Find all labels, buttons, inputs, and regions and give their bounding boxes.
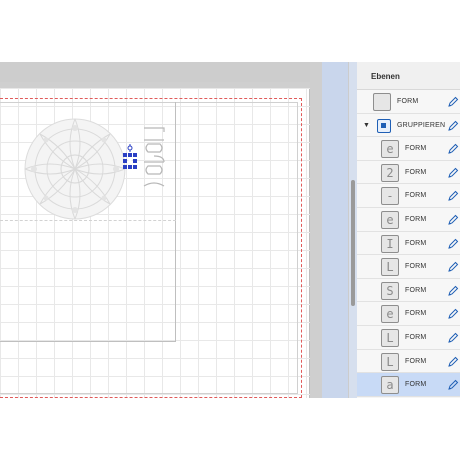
app-window: Ebenen FORM ▼ GRUPPIEREN e FORM 2 FORM - FORM e FO… [0, 0, 460, 460]
layer-row[interactable]: - FORM [357, 184, 460, 208]
layer-thumbnail-glyph: e [386, 142, 394, 157]
layer-group-row[interactable]: ▼ GRUPPIEREN [357, 113, 460, 138]
pen-icon[interactable] [447, 379, 459, 391]
layer-row[interactable]: L FORM [357, 349, 460, 374]
layer-thumbnail-glyph: e [386, 213, 394, 227]
pen-icon[interactable] [447, 96, 459, 108]
layer-thumbnail-glyph: L [386, 260, 394, 275]
layers-panel-header: Ebenen [357, 62, 460, 90]
layer-row[interactable]: e FORM [357, 302, 460, 326]
pen-icon[interactable] [447, 261, 459, 273]
layer-name: FORM [405, 168, 427, 176]
layer-thumbnail-glyph: e [386, 307, 394, 322]
layer-thumbnail: e [381, 140, 399, 159]
layer-row[interactable]: 2 FORM [357, 160, 460, 185]
layer-name: FORM [405, 357, 427, 365]
design-canvas[interactable] [0, 88, 310, 398]
layer-thumbnail: 2 [381, 163, 399, 182]
layer-thumbnail: e [381, 305, 399, 324]
layer-thumbnail: L [381, 258, 399, 277]
mandala-design[interactable] [22, 116, 128, 222]
layer-row[interactable]: S FORM [357, 278, 460, 303]
layer-name: FORM [405, 192, 427, 200]
layer-row[interactable]: e FORM [357, 137, 460, 161]
layers-panel: Ebenen FORM ▼ GRUPPIEREN e FORM 2 FORM - FORM e FO… [348, 62, 460, 398]
layer-name: FORM [397, 98, 419, 105]
layer-thumbnail: L [381, 329, 399, 347]
layer-name: FORM [405, 381, 427, 389]
pen-icon[interactable] [447, 356, 459, 368]
layer-thumbnail-glyph: a [386, 378, 394, 393]
layer-name: FORM [405, 216, 427, 223]
layer-thumbnail-glyph: L [386, 354, 394, 369]
text-design[interactable] [138, 122, 172, 192]
layer-thumbnail: e [381, 211, 399, 229]
layer-thumbnail [373, 93, 391, 111]
selection-handles-icon[interactable] [122, 144, 138, 174]
layer-thumbnail-glyph: S [386, 283, 394, 298]
pen-icon[interactable] [447, 120, 459, 132]
layer-row[interactable]: I FORM [357, 231, 460, 256]
pen-icon[interactable] [447, 143, 459, 155]
layer-thumbnail: S [381, 281, 399, 300]
pen-icon[interactable] [447, 190, 459, 202]
layer-row[interactable]: L FORM [357, 326, 460, 350]
pen-icon[interactable] [447, 167, 459, 179]
triangle-down-icon[interactable]: ▼ [363, 122, 370, 129]
layer-thumbnail: L [381, 352, 399, 371]
layer-thumbnail-glyph: I [386, 236, 394, 251]
pen-icon[interactable] [447, 308, 459, 320]
group-icon [377, 118, 391, 133]
layer-row[interactable]: FORM [357, 90, 460, 114]
layer-name: FORM [405, 334, 427, 341]
layer-name: FORM [405, 145, 427, 153]
panel-divider[interactable] [322, 62, 348, 398]
pen-icon[interactable] [447, 332, 459, 344]
layer-row[interactable]: L FORM [357, 255, 460, 279]
pen-icon[interactable] [447, 238, 459, 250]
layer-name: GRUPPIEREN [397, 121, 446, 129]
layer-row[interactable]: e FORM [357, 208, 460, 232]
layer-thumbnail: a [381, 376, 399, 395]
layer-row[interactable]: a FORM [357, 373, 460, 397]
layer-name: FORM [405, 239, 427, 247]
pen-icon[interactable] [447, 285, 459, 297]
layer-thumbnail-glyph: - [386, 189, 394, 204]
panel-scrollbar[interactable] [351, 180, 355, 306]
layer-thumbnail: I [381, 234, 399, 253]
layer-name: FORM [405, 310, 427, 318]
layer-name: FORM [405, 263, 427, 271]
layer-thumbnail-glyph: L [386, 331, 394, 345]
pen-icon[interactable] [447, 214, 459, 226]
layer-name: FORM [405, 286, 427, 294]
canvas-ruler [0, 62, 310, 82]
layer-thumbnail-glyph: 2 [386, 165, 394, 180]
layers-panel-title: Ebenen [371, 72, 400, 81]
layer-thumbnail: - [381, 187, 399, 206]
